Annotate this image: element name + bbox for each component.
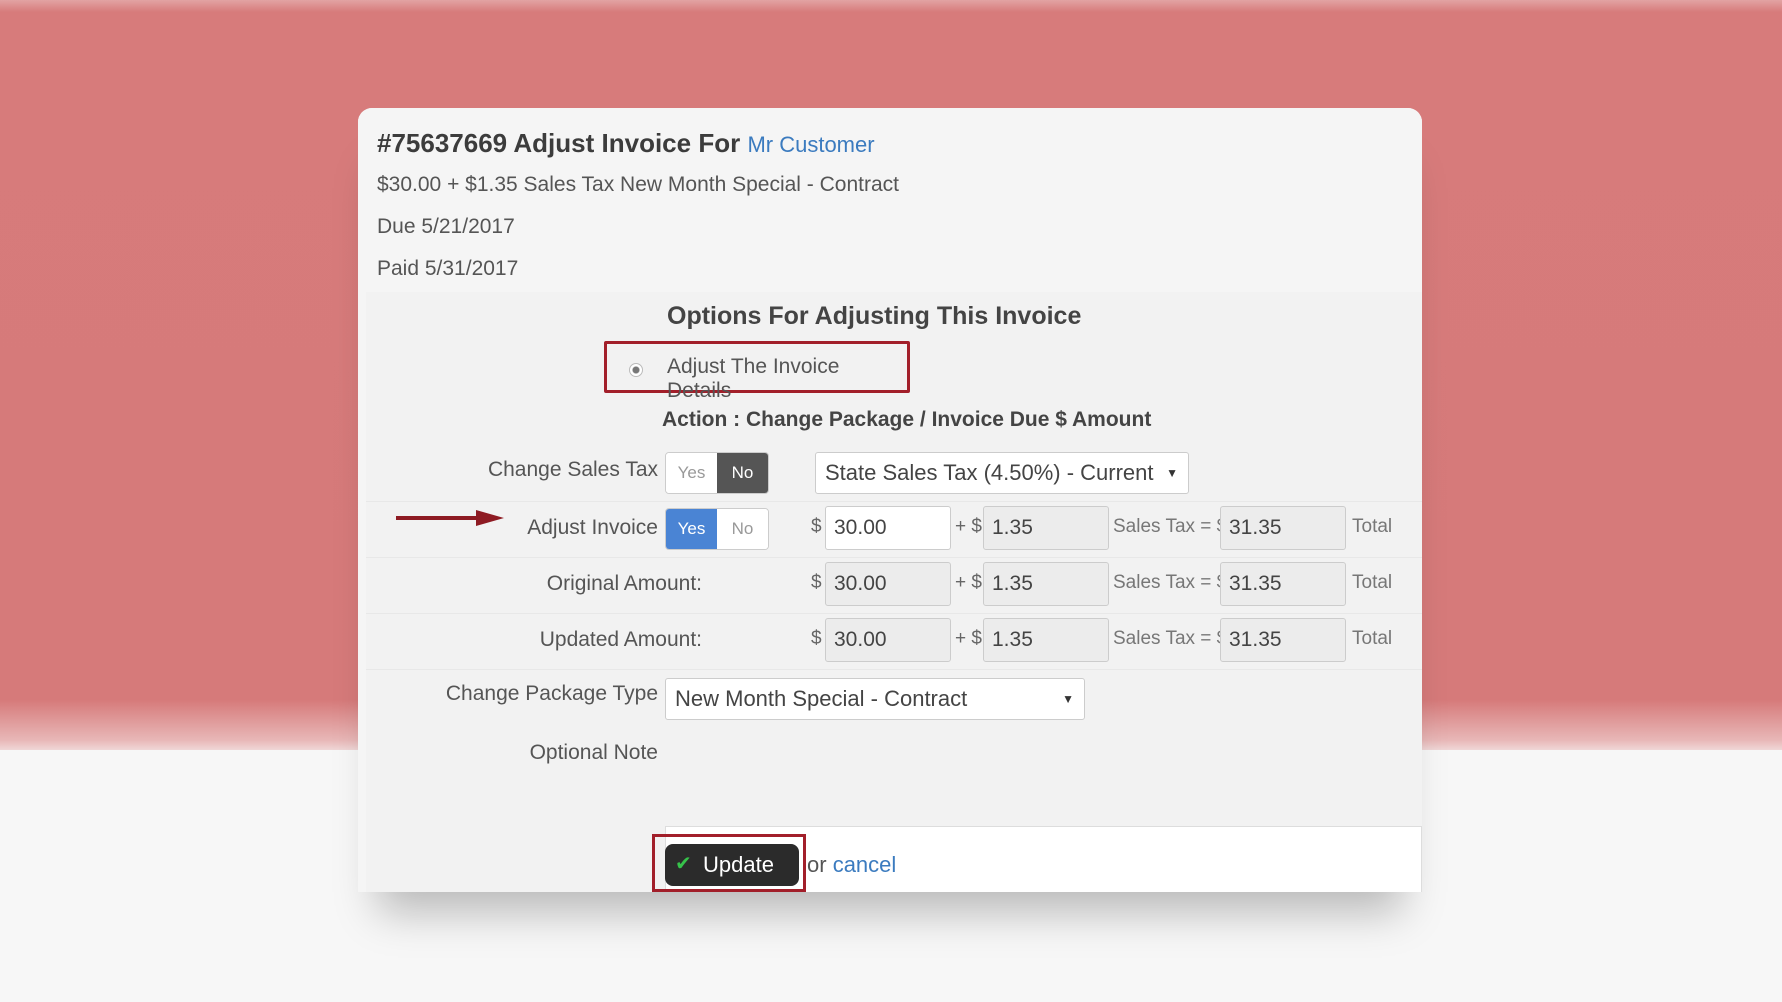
updated-amount-label: Updated Amount: [539, 628, 702, 651]
update-button-label: Update [703, 852, 774, 877]
adjust-total-input: 31.35 [1220, 506, 1346, 550]
adjust-tax-input: 1.35 [983, 506, 1109, 550]
currency-symbol: $ [811, 516, 822, 537]
package-type-row: Change Package Type New Month Special - … [366, 669, 1422, 729]
checkmark-icon: ✔ [675, 853, 692, 875]
adjust-invoice-yes[interactable]: Yes [666, 509, 717, 549]
plus-dollar: + $ [955, 516, 982, 537]
adjust-details-label: Adjust The Invoice Details [667, 355, 840, 402]
currency-symbol: $ [811, 572, 822, 593]
note-label: Optional Note [529, 741, 658, 764]
chevron-down-icon: ▼ [1166, 466, 1178, 480]
invoice-title: #75637669 Adjust Invoice For Mr Customer [377, 122, 1404, 164]
total-label: Total [1352, 628, 1393, 649]
package-type-value: New Month Special - Contract [675, 686, 968, 711]
cancel-link[interactable]: cancel [833, 852, 897, 877]
original-total-input: 31.35 [1220, 562, 1346, 606]
sales-tax-label: Change Sales Tax [487, 458, 658, 481]
invoice-due-date: Due 5/21/2017 [377, 215, 515, 238]
or-text: or [807, 852, 827, 877]
sales-tax-row: Change Sales Tax Yes No State Sales Tax (… [366, 448, 1422, 498]
sales-tax-toggle[interactable]: Yes No [665, 452, 769, 494]
sales-tax-select-value: State Sales Tax (4.50%) - Current [825, 460, 1154, 485]
chevron-down-icon: ▼ [1062, 692, 1074, 706]
updated-tax-input: 1.35 [983, 618, 1109, 662]
adjust-amount-input[interactable]: 30.00 [825, 506, 951, 550]
sales-tax-equals: Sales Tax = $ [1113, 628, 1228, 649]
adjust-invoice-dialog: #75637669 Adjust Invoice For Mr Customer… [358, 108, 1422, 892]
arrow-right-icon [396, 510, 504, 526]
update-button[interactable]: ✔ Update [665, 844, 799, 886]
sales-tax-equals: Sales Tax = $ [1113, 572, 1228, 593]
sales-tax-equals: Sales Tax = $ [1113, 516, 1228, 537]
updated-amount-row: Updated Amount: $ 30.00 + $ 1.35 Sales T… [366, 613, 1422, 668]
customer-link[interactable]: Mr Customer [747, 132, 874, 157]
action-description: Action : Change Package / Invoice Due $ … [662, 408, 1152, 431]
original-amount-label: Original Amount: [546, 572, 702, 595]
original-amount-row: Original Amount: $ 30.00 + $ 1.35 Sales … [366, 557, 1422, 612]
total-label: Total [1352, 572, 1393, 593]
package-type-label: Change Package Type [445, 682, 658, 705]
options-title: Options For Adjusting This Invoice [667, 302, 1082, 330]
adjust-invoice-row: Adjust Invoice Yes No $ 30.00 + $ 1.35 Sa… [366, 501, 1422, 556]
plus-dollar: + $ [955, 628, 982, 649]
currency-symbol: $ [811, 628, 822, 649]
updated-amount-input: 30.00 [825, 618, 951, 662]
note-row: Optional Note [366, 733, 1422, 825]
radio-button[interactable] [629, 363, 643, 377]
adjust-invoice-label: Adjust Invoice [527, 516, 658, 539]
sales-tax-no[interactable]: No [717, 453, 768, 493]
total-label: Total [1352, 516, 1393, 537]
sales-tax-yes[interactable]: Yes [666, 453, 717, 493]
invoice-summary: $30.00 + $1.35 Sales Tax New Month Speci… [377, 173, 899, 196]
invoice-header: #75637669 Adjust Invoice For Mr Customer… [358, 108, 1422, 290]
original-amount-input: 30.00 [825, 562, 951, 606]
updated-total-input: 31.35 [1220, 618, 1346, 662]
invoice-title-text: #75637669 Adjust Invoice For [377, 128, 741, 158]
cancel-area: or cancel [807, 852, 896, 878]
adjust-details-option[interactable]: Adjust The Invoice Details [604, 341, 910, 402]
sales-tax-select[interactable]: State Sales Tax (4.50%) - Current ▼ [815, 452, 1189, 494]
adjust-invoice-no[interactable]: No [717, 509, 768, 549]
adjust-invoice-toggle[interactable]: Yes No [665, 508, 769, 550]
package-type-select[interactable]: New Month Special - Contract ▼ [665, 678, 1085, 720]
invoice-paid-date: Paid 5/31/2017 [377, 257, 519, 280]
plus-dollar: + $ [955, 572, 982, 593]
original-tax-input: 1.35 [983, 562, 1109, 606]
